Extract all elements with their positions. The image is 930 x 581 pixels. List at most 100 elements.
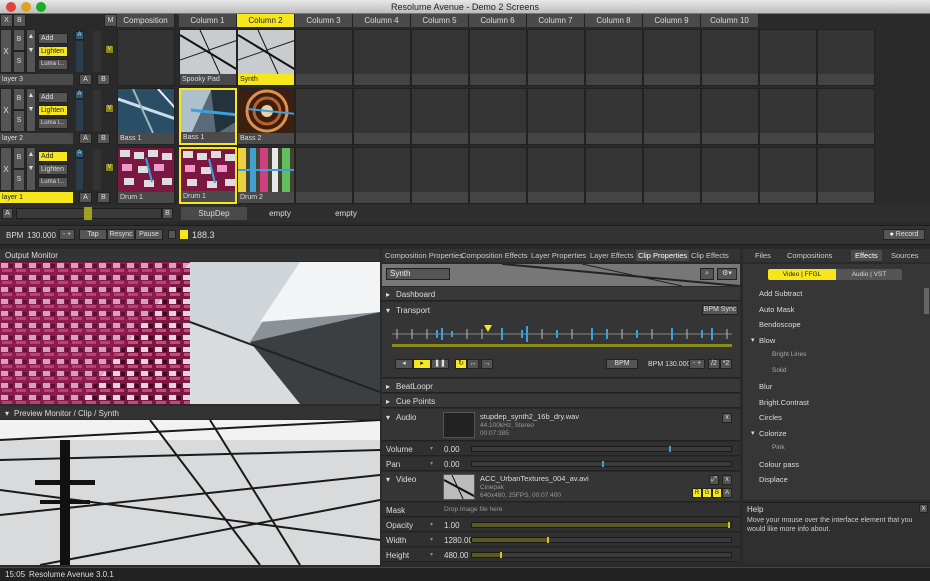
opacity-slider[interactable] [471, 522, 732, 528]
deck-tab[interactable]: empty [247, 207, 313, 220]
crossfader-a-button[interactable]: A [2, 208, 13, 219]
layer-solo-button[interactable]: S [13, 51, 25, 73]
bounce-icon[interactable]: ↔ [467, 359, 479, 369]
column-header[interactable]: Column 9 [643, 14, 701, 27]
blend-mode-dropdown[interactable]: Add [38, 92, 68, 103]
transport-mode-dropdown[interactable]: BPM [606, 359, 638, 369]
width-handle[interactable] [547, 537, 550, 543]
empty-clip-cell[interactable] [643, 88, 701, 145]
tab-sources[interactable]: Sources [891, 250, 919, 261]
video-ffgl-tab[interactable]: Video | FFGL [768, 269, 836, 280]
effect-item[interactable]: Blow [759, 336, 775, 345]
chevron-down-icon[interactable]: ▾ [751, 429, 755, 437]
preview-collapse-icon[interactable]: ▾ [5, 409, 9, 418]
empty-clip-cell[interactable] [411, 88, 469, 145]
empty-clip-cell[interactable] [701, 88, 759, 145]
effect-item[interactable]: Auto Mask [759, 305, 794, 314]
layer-v-indicator[interactable]: V [105, 163, 114, 172]
layer-opacity-meter[interactable] [76, 41, 83, 72]
empty-clip-cell[interactable] [527, 29, 585, 86]
empty-clip-cell[interactable] [759, 29, 817, 86]
bpm-sync-dropdown[interactable]: BPM Sync [702, 305, 738, 315]
empty-clip-cell[interactable] [817, 29, 875, 86]
empty-clip-cell[interactable] [585, 88, 643, 145]
layer-name[interactable]: layer 2 [0, 133, 73, 144]
layer-clear-button[interactable]: X [0, 88, 12, 132]
empty-clip-cell[interactable] [295, 88, 353, 145]
dropdown-arrow-icon[interactable]: ▾ [430, 551, 433, 558]
column-header[interactable]: Column 5 [411, 14, 469, 27]
tab-clip-properties[interactable]: Clip Properties [636, 250, 690, 261]
remove-audio-icon[interactable]: x [722, 413, 732, 423]
layer-clear-button[interactable]: X [0, 147, 12, 191]
effect-item[interactable]: Blur [759, 382, 772, 391]
mask-mode-dropdown[interactable]: Luma l... [38, 59, 68, 70]
column-header[interactable]: Column 7 [527, 14, 585, 27]
bpm-minus-plus-button[interactable]: - + [59, 229, 75, 240]
layer-v-indicator[interactable]: V [105, 45, 114, 54]
crossfade-b-button[interactable]: B [97, 133, 110, 144]
tab-clip-effects[interactable]: Clip Effects [691, 250, 729, 261]
empty-clip-cell[interactable] [585, 29, 643, 86]
layer-fader[interactable] [93, 149, 101, 190]
effects-scrollbar[interactable] [924, 288, 929, 314]
empty-clip-cell[interactable] [353, 88, 411, 145]
clip-cell[interactable]: Drum 2 [237, 147, 295, 204]
channel-b-toggle[interactable]: B [712, 488, 722, 498]
clip-cell[interactable]: Bass 1 [179, 88, 237, 145]
layer-clear-button[interactable]: X [0, 29, 12, 73]
column-header[interactable]: Column 1 [179, 14, 237, 27]
tab-effects[interactable]: Effects [851, 250, 882, 261]
empty-clip-cell[interactable] [411, 147, 469, 204]
layer-mode-dropdown[interactable]: Lighten [38, 105, 68, 116]
effect-item[interactable]: Colour pass [759, 460, 799, 469]
layer-solo-button[interactable]: S [13, 110, 25, 132]
empty-clip-cell[interactable] [759, 88, 817, 145]
clip-cell[interactable]: Bass 2 [237, 88, 295, 145]
pan-handle[interactable] [601, 461, 604, 467]
column-header[interactable]: Column 10 [701, 14, 759, 27]
channel-g-toggle[interactable]: G [702, 488, 712, 498]
empty-clip-cell[interactable] [643, 147, 701, 204]
clip-cell[interactable]: Drum 1 [179, 147, 237, 204]
effect-item[interactable]: Bright Lines [772, 351, 806, 358]
height-value[interactable]: 480.00 [444, 551, 468, 560]
layer-v-indicator[interactable]: V [105, 104, 114, 113]
layer-name[interactable]: layer 1 [0, 192, 73, 203]
play-once-icon[interactable]: → [481, 359, 493, 369]
layer-mode-dropdown[interactable]: Lighten [38, 46, 68, 57]
width-slider[interactable] [471, 537, 732, 543]
empty-clip-cell[interactable] [469, 147, 527, 204]
layer-opacity-meter[interactable] [76, 159, 83, 190]
tab-composition-properties[interactable]: Composition Properties [385, 250, 463, 261]
blend-mode-dropdown[interactable]: Add [38, 151, 68, 162]
layer-bypass-button[interactable]: B [13, 88, 25, 110]
pan-slider[interactable] [471, 461, 732, 467]
empty-clip-cell[interactable] [643, 29, 701, 86]
empty-clip-cell[interactable] [411, 29, 469, 86]
empty-clip-cell[interactable] [469, 88, 527, 145]
audio-vst-tab[interactable]: Audio | VST [836, 269, 902, 280]
empty-clip-cell[interactable] [527, 88, 585, 145]
column-header[interactable]: Column 8 [585, 14, 643, 27]
crossfader-handle[interactable] [84, 207, 92, 220]
chevron-down-icon[interactable]: ▾ [386, 306, 390, 315]
beatloopr-section[interactable] [382, 379, 740, 393]
chevron-down-icon[interactable]: ▾ [386, 475, 390, 484]
channel-a-toggle[interactable]: A [722, 488, 732, 498]
empty-clip-cell[interactable] [295, 147, 353, 204]
double-speed-button[interactable]: *2 [720, 359, 732, 369]
zoom-window-icon[interactable] [36, 2, 46, 12]
empty-clip-cell[interactable] [353, 29, 411, 86]
clip-cell[interactable]: Spooky Pad [179, 29, 237, 86]
effect-item[interactable]: Solid [772, 367, 786, 374]
layer-solo-button[interactable]: S [13, 169, 25, 191]
blend-mode-dropdown[interactable]: Add [38, 33, 68, 44]
chevron-down-icon[interactable]: ▾ [386, 413, 390, 422]
dropdown-arrow-icon[interactable]: ▾ [430, 536, 433, 543]
empty-clip-cell[interactable] [701, 147, 759, 204]
layer-move-icon[interactable]: ▲ ▼ [26, 147, 36, 191]
layer-move-icon[interactable]: ▲ ▼ [26, 29, 36, 73]
playhead-icon[interactable] [484, 325, 492, 332]
mask-mode-dropdown[interactable]: Luma l... [38, 118, 68, 129]
